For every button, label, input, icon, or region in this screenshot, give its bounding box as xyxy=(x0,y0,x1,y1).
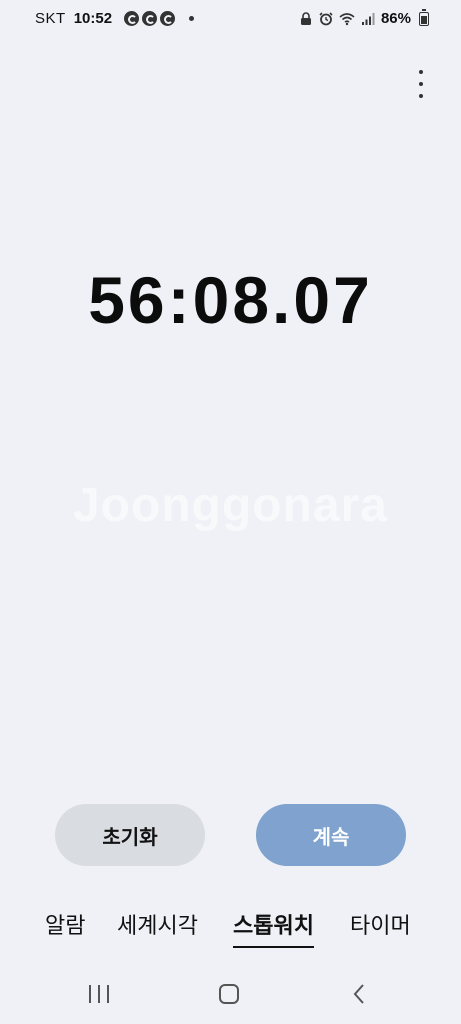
clock-time: 10:52 xyxy=(73,10,113,27)
more-vertical-icon xyxy=(419,70,423,74)
more-vertical-icon-dot xyxy=(419,82,423,86)
battery-icon xyxy=(419,8,429,26)
recent-apps-icon-bar xyxy=(98,985,100,1003)
system-navigation-bar xyxy=(0,970,461,1024)
alarm-icon xyxy=(319,11,333,25)
tab-timer[interactable]: 타이머 xyxy=(350,908,411,940)
tab-stopwatch-label: 스톱워치 xyxy=(233,913,314,938)
notification-icons xyxy=(124,11,176,26)
c-icon xyxy=(142,11,158,26)
back-icon[interactable] xyxy=(352,984,366,1004)
tab-stopwatch[interactable]: 스톱워치 xyxy=(233,908,314,948)
battery-percent: 86% xyxy=(380,10,411,27)
recent-apps-icon[interactable] xyxy=(89,985,109,1003)
carrier-label: SKT xyxy=(35,10,66,27)
status-left: SKT 10:52 xyxy=(35,10,195,27)
resume-button[interactable]: 계속 xyxy=(256,804,406,866)
more-options-button[interactable] xyxy=(411,70,431,98)
c-icon xyxy=(124,11,140,26)
tab-world-clock[interactable]: 세계시각 xyxy=(117,908,198,940)
watermark-logo: Joonggonara xyxy=(72,479,388,532)
more-vertical-icon-dot xyxy=(419,94,423,98)
reset-button[interactable]: 초기화 xyxy=(55,804,205,866)
c-icon xyxy=(160,11,176,26)
bottom-tab-bar: 알람 세계시각 스톱워치 타이머 xyxy=(0,908,461,948)
recent-apps-icon-bar xyxy=(107,985,109,1003)
status-bar: SKT 10:52 86% xyxy=(0,0,461,40)
more-notifications-dot-icon xyxy=(189,16,195,21)
tab-alarm[interactable]: 알람 xyxy=(45,908,85,940)
signal-icon xyxy=(361,12,375,25)
recent-apps-icon-bar xyxy=(89,985,91,1003)
stopwatch-elapsed-time: 56:08.07 xyxy=(88,263,373,337)
lock-icon xyxy=(300,11,311,25)
active-tab-indicator xyxy=(233,946,314,948)
status-right: 86% xyxy=(299,8,429,27)
wifi-icon xyxy=(339,12,355,25)
home-icon[interactable] xyxy=(219,984,239,1004)
